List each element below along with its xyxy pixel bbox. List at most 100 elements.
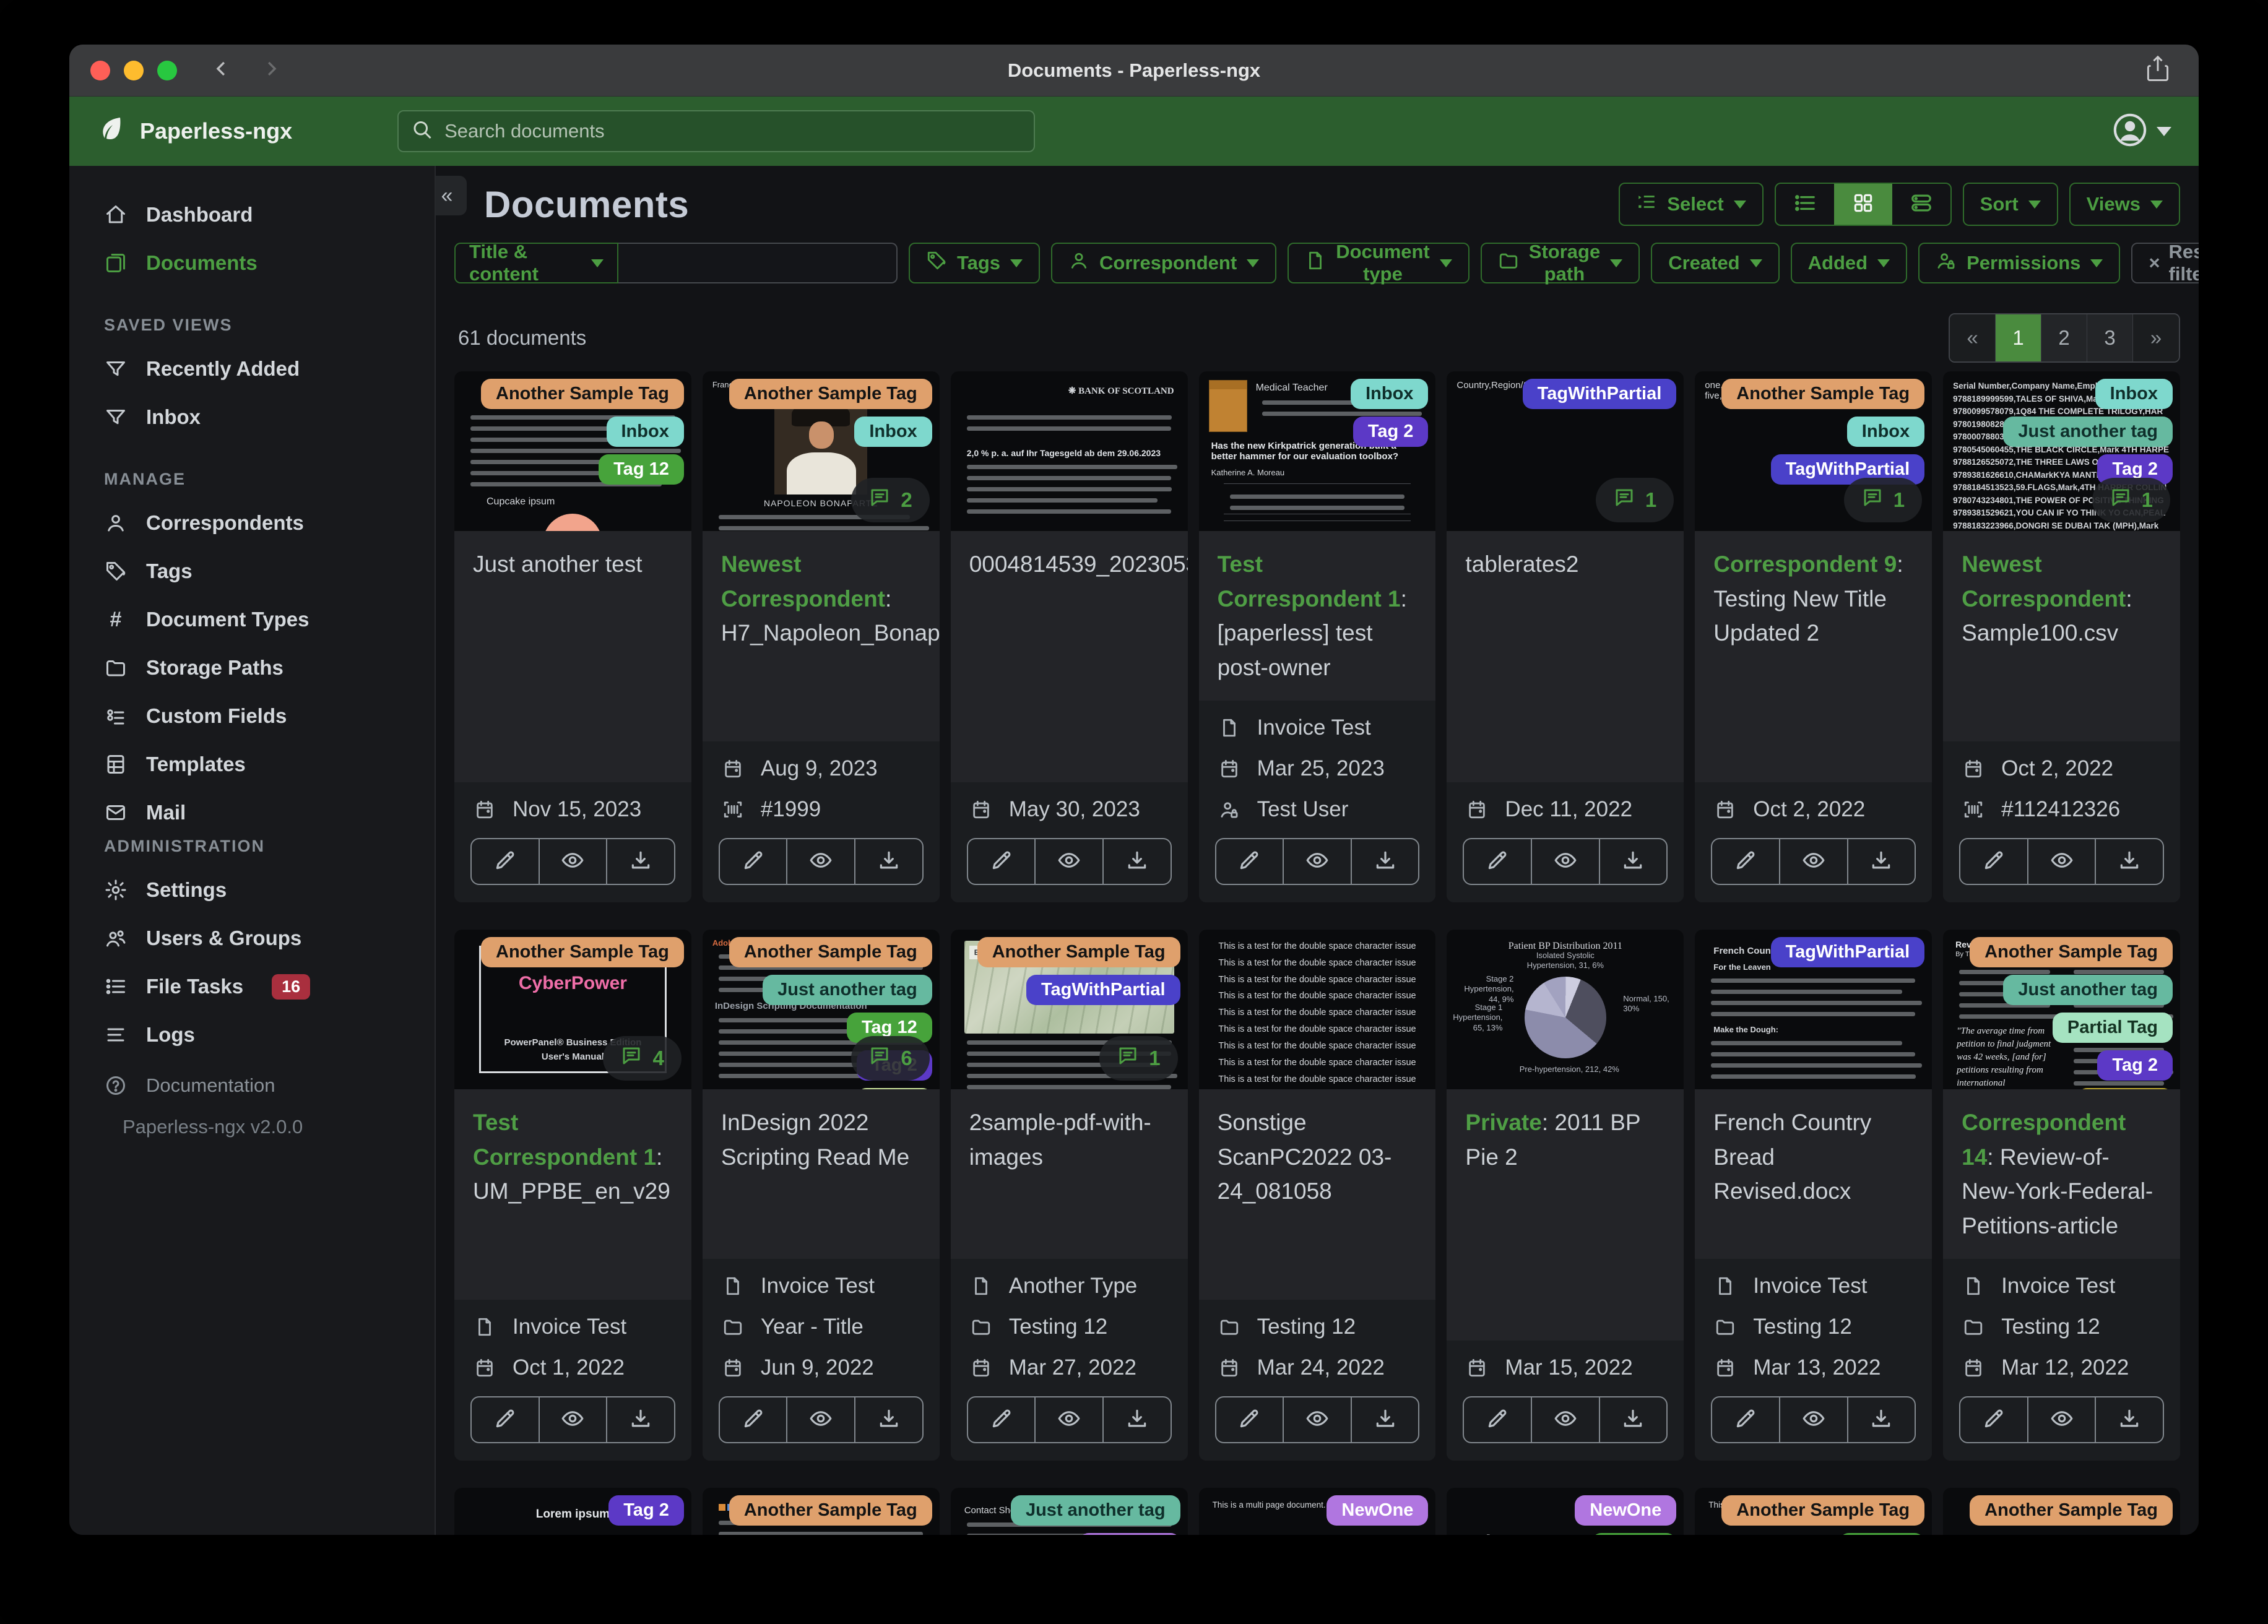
card-title[interactable]: Newest Correspondent: H7_Napoleon_Bonapa… — [702, 531, 940, 741]
tag[interactable]: NewOne — [1327, 1495, 1429, 1526]
tag[interactable]: NewOne — [1575, 1495, 1677, 1526]
sidebar-item-inbox[interactable]: Inbox — [88, 393, 416, 441]
card-thumbnail[interactable]: Country,Region/State," TagWithPartial 1 — [1447, 371, 1684, 531]
sidebar-item-correspondents[interactable]: Correspondents — [88, 499, 416, 547]
download-button[interactable] — [1352, 839, 1419, 884]
sidebar-item-settings[interactable]: Settings — [88, 866, 416, 914]
sidebar-item-dashboard[interactable]: Dashboard — [88, 191, 416, 239]
tag[interactable]: Another Sample Tag — [481, 937, 684, 967]
sidebar-item-document-types[interactable]: # Document Types — [88, 595, 416, 644]
document-card[interactable]: Patient BP Distribution 2011 Isolated Sy… — [1447, 930, 1684, 1461]
correspondent-link[interactable]: Test Correspondent 1 — [1218, 551, 1401, 611]
download-button[interactable] — [2096, 1397, 2163, 1442]
tag[interactable]: Tag 12 — [1591, 1533, 1677, 1535]
document-card[interactable]: ❋ BANK OF SCOTLAND 2,0 % p. a. auf Ihr Ta… — [950, 371, 1188, 902]
sidebar-item-logs[interactable]: Logs — [88, 1011, 416, 1059]
page-2[interactable]: 2 — [2041, 314, 2087, 361]
edit-button[interactable] — [968, 1397, 1036, 1442]
document-card[interactable]: Adobe InDesign Scripting Documentation Ano… — [702, 930, 940, 1461]
download-button[interactable] — [607, 1397, 674, 1442]
view-button[interactable] — [1036, 839, 1104, 884]
tag[interactable]: Tag 12 — [1839, 1533, 1925, 1535]
card-title[interactable]: Newest Correspondent: Sample100.csv — [1943, 531, 2180, 741]
tag[interactable]: Another Sample Tag — [729, 379, 932, 409]
view-button[interactable] — [787, 1397, 856, 1442]
view-button[interactable] — [540, 839, 608, 884]
sidebar-item-mail[interactable]: Mail — [88, 788, 416, 837]
edit-button[interactable] — [720, 1397, 788, 1442]
card-thumbnail[interactable]: Test NameAnother Sample Tag — [702, 1488, 940, 1535]
document-card[interactable]: French Country Bread For the Leaven Make t… — [1695, 930, 1933, 1461]
document-card[interactable]: Contact Sheet DemoJust another tagNewOne — [950, 1488, 1188, 1535]
document-card[interactable]: Francja pod rNAPOLEON BONAPARTEAnother S… — [702, 371, 940, 902]
card-thumbnail[interactable]: Lorem ipsumLorem ipsum dolor sit amet, c… — [454, 1488, 691, 1535]
download-button[interactable] — [1600, 839, 1667, 884]
view-button[interactable] — [1284, 839, 1352, 884]
card-thumbnail[interactable]: This is a multi page document. Page 1. Ne… — [1198, 1488, 1436, 1535]
card-title[interactable]: tablerates2 — [1447, 531, 1684, 782]
document-card[interactable]: Country,Region/State," TagWithPartial 1 ta… — [1447, 371, 1684, 902]
tag[interactable]: Another Sample Tag — [1721, 1495, 1925, 1526]
view-button[interactable] — [787, 839, 856, 884]
view-button[interactable] — [540, 1397, 608, 1442]
share-icon[interactable] — [2145, 54, 2170, 86]
tag[interactable]: Partial Tag — [2052, 1013, 2173, 1043]
tag[interactable]: Another Sample Tag — [1721, 379, 1925, 409]
tag[interactable]: TagWithPartial — [1026, 975, 1180, 1005]
edit-button[interactable] — [1464, 839, 1533, 884]
page-last[interactable]: » — [2133, 314, 2179, 361]
sidebar-item-recently-added[interactable]: Recently Added — [88, 345, 416, 393]
tag[interactable]: Inbox — [1846, 417, 1925, 447]
download-button[interactable] — [1848, 839, 1915, 884]
page-first[interactable]: « — [1950, 314, 1996, 361]
card-title[interactable]: 2sample-pdf-with-images — [950, 1089, 1188, 1259]
created-filter-button[interactable]: Created — [1651, 243, 1780, 283]
edit-button[interactable] — [1712, 1397, 1780, 1442]
card-thumbnail[interactable]: Boundary Waters TripAnother Sample TagTa… — [950, 930, 1188, 1089]
close-button[interactable] — [90, 60, 110, 80]
document-card[interactable]: The SATPractice Test #1Make time to take… — [1447, 1488, 1684, 1535]
view-mode-grid-view[interactable] — [1833, 184, 1892, 225]
back-icon[interactable] — [212, 58, 233, 82]
view-button[interactable] — [2028, 839, 2097, 884]
tag[interactable]: Tag 3 — [857, 1088, 932, 1089]
card-thumbnail[interactable]: Patient BP Distribution 2011 Isolated Sy… — [1447, 930, 1684, 1089]
view-button[interactable] — [1532, 839, 1600, 884]
document-card[interactable]: This is a test for the double space char… — [1198, 930, 1436, 1461]
view-button[interactable] — [1284, 1397, 1352, 1442]
correspondent-link[interactable]: Newest Correspondent — [721, 551, 885, 611]
tag[interactable]: Tag 2 — [2097, 1050, 2173, 1081]
card-thumbnail[interactable]: Lorem ipsumLorem ipsum dolor sit amet, c… — [1943, 1488, 2180, 1535]
download-button[interactable] — [607, 839, 674, 884]
sort-button[interactable]: Sort — [1962, 183, 2058, 226]
document-card[interactable]: one,1.0 five,5.0 Another Sample Tag Inbox Ta… — [1695, 371, 1933, 902]
card-thumbnail[interactable]: Adobe InDesign Scripting Documentation Ano… — [702, 930, 940, 1089]
tag[interactable]: Another Sample Tag — [729, 1495, 932, 1526]
card-thumbnail[interactable]: The SATPractice Test #1Make time to take… — [1447, 1488, 1684, 1535]
card-title[interactable]: Correspondent 9: Testing New Title Updat… — [1695, 531, 1933, 782]
view-button[interactable] — [1780, 1397, 1848, 1442]
zoom-button[interactable] — [157, 60, 177, 80]
card-title[interactable]: Sonstige ScanPC2022 03-24_081058 — [1198, 1089, 1436, 1300]
document-card[interactable]: CyberPower PowerPanel® Business Edition Us… — [454, 930, 691, 1461]
views-button[interactable]: Views — [2069, 183, 2180, 226]
view-mode-cards-view[interactable] — [1892, 184, 1950, 225]
search-input[interactable] — [397, 110, 1036, 152]
correspondent-link[interactable]: Private — [1465, 1110, 1541, 1135]
sidebar-item-documentation[interactable]: Documentation — [88, 1065, 416, 1106]
document-card[interactable]: This is a testAnother Sample TagTag 12 — [1695, 1488, 1933, 1535]
view-button[interactable] — [2028, 1397, 2097, 1442]
document-card[interactable]: This is a multi page document. Page 1. Ne… — [1198, 1488, 1436, 1535]
sidebar-item-documents[interactable]: Documents — [88, 239, 416, 287]
view-mode-list-view[interactable] — [1776, 184, 1834, 225]
correspondent-filter-button[interactable]: Correspondent — [1051, 243, 1277, 283]
tag[interactable]: TagWithPartial — [1770, 937, 1925, 967]
document-card[interactable]: Test NameAnother Sample Tag — [702, 1488, 940, 1535]
view-button[interactable] — [1532, 1397, 1600, 1442]
document-card[interactable]: Adobe Acrobat PDF FilesCupcake ipsumAnot… — [454, 371, 691, 902]
card-thumbnail[interactable]: Adobe Acrobat PDF FilesCupcake ipsumAnot… — [454, 371, 691, 531]
tag[interactable]: Inbox — [1351, 379, 1429, 409]
download-button[interactable] — [1600, 1397, 1667, 1442]
sidebar-item-custom-fields[interactable]: Custom Fields — [88, 692, 416, 740]
card-title[interactable]: French Country Bread Revised.docx — [1695, 1089, 1933, 1259]
